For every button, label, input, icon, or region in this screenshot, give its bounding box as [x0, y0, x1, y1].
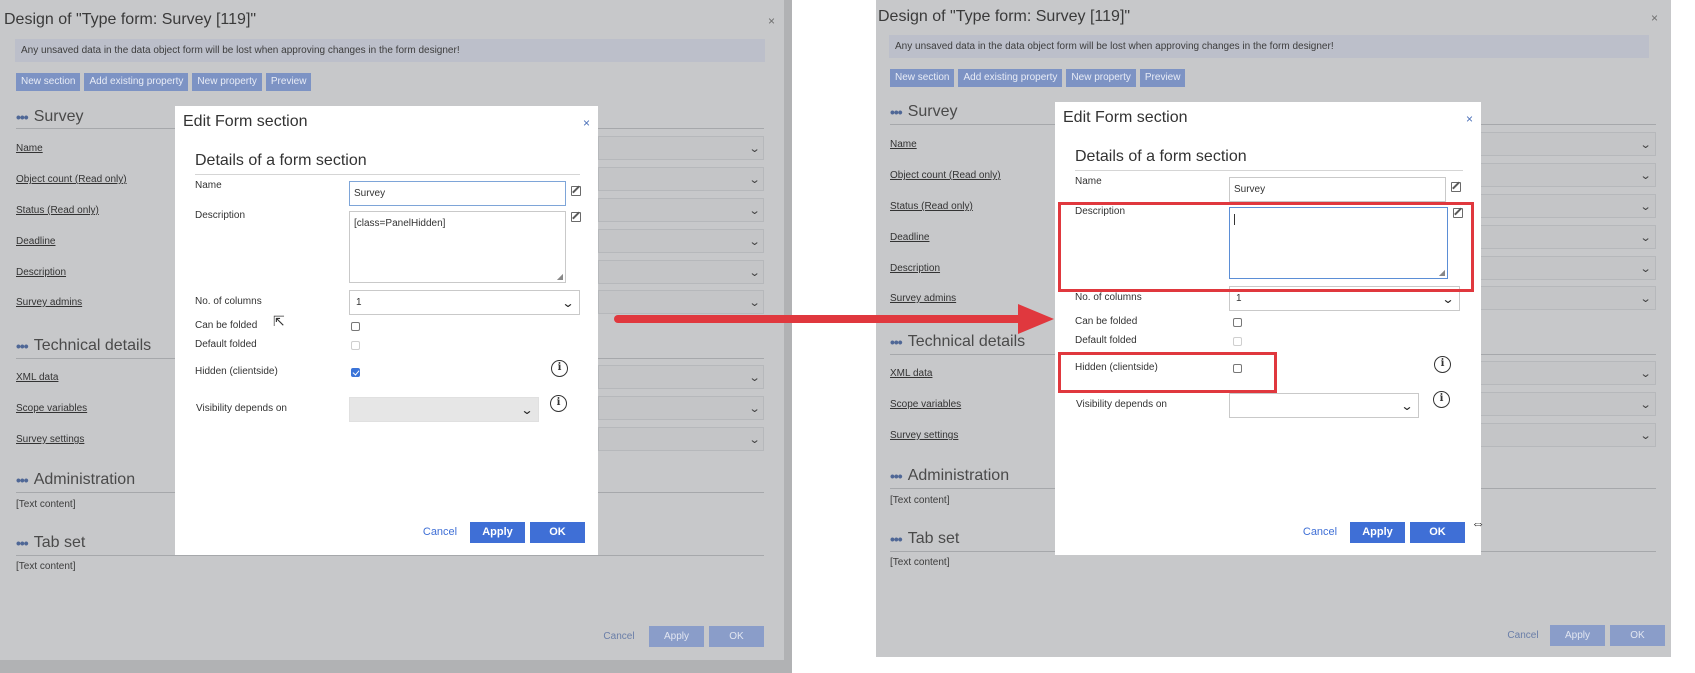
red-arrow: [614, 304, 1054, 334]
red-arrow-head: [1018, 304, 1054, 334]
